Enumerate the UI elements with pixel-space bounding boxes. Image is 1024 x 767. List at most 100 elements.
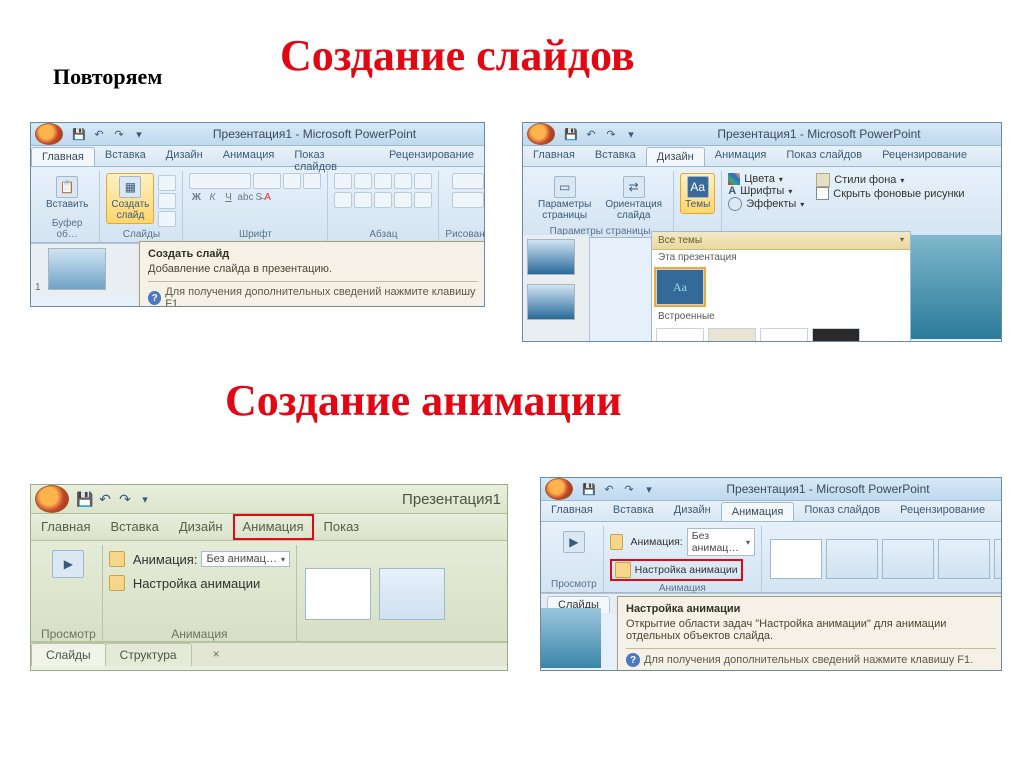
undo-icon[interactable]: ↶ — [97, 491, 113, 507]
redo-icon[interactable]: ↷ — [117, 491, 133, 507]
undo-icon[interactable]: ↶ — [601, 481, 617, 497]
reset-btn[interactable] — [158, 193, 176, 209]
preview-button[interactable]: ▶ — [558, 528, 590, 558]
line-spacing[interactable] — [414, 173, 432, 189]
strike-btn[interactable]: S̶ — [256, 192, 263, 203]
tab-review[interactable]: Рецензирование — [379, 146, 484, 166]
align-center[interactable] — [354, 192, 372, 208]
bullets[interactable] — [334, 173, 352, 189]
office-button[interactable] — [35, 485, 69, 513]
tab-animation[interactable]: Анимация — [705, 146, 777, 166]
animation-combo[interactable]: Без анимац…▾ — [687, 528, 755, 556]
tab-insert[interactable]: Вставка — [95, 146, 156, 166]
pane-tab-slides[interactable]: Слайды — [31, 643, 106, 666]
theme-tile[interactable]: Aa — [760, 328, 808, 342]
slide-orientation-button[interactable]: ⇄ Ориентация слайда — [600, 173, 667, 224]
bg-styles[interactable]: Стили фона▾ — [816, 173, 904, 187]
tab-slideshow[interactable]: Показ слайдов — [776, 146, 872, 166]
page-setup-button[interactable]: ▭ Параметры страницы — [533, 173, 596, 224]
redo-icon[interactable]: ↷ — [621, 481, 637, 497]
align-left[interactable] — [334, 192, 352, 208]
tab-design[interactable]: Дизайн — [169, 514, 233, 540]
tab-animation[interactable]: Анимация — [721, 502, 795, 521]
transition-thumb[interactable] — [994, 539, 1002, 579]
new-slide-button[interactable]: ▦ Создать слайд — [106, 173, 154, 224]
animation-settings[interactable]: Настройка анимации — [109, 575, 260, 591]
tab-design[interactable]: Дизайн — [664, 501, 721, 521]
slide-thumb-1[interactable] — [527, 239, 575, 275]
tab-home[interactable]: Главная — [31, 514, 100, 540]
shadow-btn[interactable]: abc — [237, 192, 253, 203]
theme-fonts[interactable]: A Шрифты▾ — [728, 185, 792, 197]
pane-tab-outline[interactable]: Структура — [105, 643, 192, 666]
theme-tile[interactable]: Aa — [812, 328, 860, 342]
save-icon[interactable]: 💾 — [77, 491, 93, 507]
hide-bg-graphics[interactable]: Скрыть фоновые рисунки — [816, 187, 964, 200]
font-color[interactable]: A — [264, 192, 271, 203]
save-icon[interactable]: 💾 — [71, 126, 87, 142]
slide-thumb-1[interactable] — [48, 248, 106, 290]
transition-thumb[interactable] — [826, 539, 878, 579]
tab-slideshow[interactable]: Показ — [314, 514, 370, 540]
tab-animation-highlighted[interactable]: Анимация — [233, 514, 314, 540]
tab-slideshow[interactable]: Показ слайдов — [284, 146, 379, 166]
bold-btn[interactable]: Ж — [189, 192, 203, 203]
office-button[interactable] — [545, 478, 573, 500]
align-right[interactable] — [374, 192, 392, 208]
theme-tile[interactable]: Aa — [656, 328, 704, 342]
transition-thumb[interactable] — [882, 539, 934, 579]
arrange-btn[interactable] — [452, 192, 484, 208]
transition-none[interactable] — [770, 539, 822, 579]
transition-thumb[interactable] — [938, 539, 990, 579]
qat-more-icon[interactable]: ▾ — [641, 481, 657, 497]
redo-icon[interactable]: ↷ — [111, 126, 127, 142]
undo-icon[interactable]: ↶ — [583, 126, 599, 142]
numbering[interactable] — [354, 173, 372, 189]
shape-btn[interactable] — [452, 173, 484, 189]
save-icon[interactable]: 💾 — [581, 481, 597, 497]
theme-tile[interactable]: Aa — [708, 328, 756, 342]
font-name[interactable] — [189, 173, 251, 189]
tab-review[interactable]: Рецензирование — [872, 146, 977, 166]
slide-thumb-2[interactable] — [527, 284, 575, 320]
tab-insert[interactable]: Вставка — [585, 146, 646, 166]
font-size[interactable] — [253, 173, 281, 189]
theme-effects[interactable]: Эффекты▾ — [728, 197, 804, 211]
qat-more-icon[interactable]: ▾ — [131, 126, 147, 142]
layout-btn[interactable] — [158, 175, 176, 191]
office-button[interactable] — [35, 123, 63, 145]
pane-close[interactable]: × — [199, 643, 234, 666]
animation-settings-highlighted[interactable]: Настройка анимации — [610, 559, 743, 581]
tab-review[interactable]: Рецензирование — [890, 501, 995, 521]
tab-design[interactable]: Дизайн — [646, 147, 705, 166]
delete-btn[interactable] — [158, 211, 176, 227]
paste-button[interactable]: 📋 Вставить — [41, 173, 93, 214]
preview-button[interactable]: ▶ — [47, 547, 89, 583]
qat-more-icon[interactable]: ▾ — [137, 491, 153, 507]
shrink-font[interactable] — [303, 173, 321, 189]
theme-colors[interactable]: Цвета▾ — [728, 173, 783, 185]
theme-current[interactable]: Aa — [656, 269, 704, 305]
office-button[interactable] — [527, 123, 555, 145]
tab-home[interactable]: Главная — [541, 501, 603, 521]
tab-insert[interactable]: Вставка — [603, 501, 664, 521]
tab-animation[interactable]: Анимация — [213, 146, 285, 166]
tab-design[interactable]: Дизайн — [156, 146, 213, 166]
tab-slideshow[interactable]: Показ слайдов — [794, 501, 890, 521]
italic-btn[interactable]: К — [205, 192, 219, 203]
themes-button[interactable]: Aa Темы — [680, 173, 715, 214]
tab-home[interactable]: Главная — [523, 146, 585, 166]
indent-less[interactable] — [374, 173, 392, 189]
save-icon[interactable]: 💾 — [563, 126, 579, 142]
underline-btn[interactable]: Ч — [221, 192, 235, 203]
transition-thumb[interactable] — [379, 568, 445, 620]
grow-font[interactable] — [283, 173, 301, 189]
tab-insert[interactable]: Вставка — [100, 514, 168, 540]
columns[interactable] — [414, 192, 432, 208]
redo-icon[interactable]: ↷ — [603, 126, 619, 142]
animation-combo[interactable]: Без анимац…▾ — [201, 551, 290, 567]
align-justify[interactable] — [394, 192, 412, 208]
qat-more-icon[interactable]: ▾ — [623, 126, 639, 142]
undo-icon[interactable]: ↶ — [91, 126, 107, 142]
tab-home[interactable]: Главная — [31, 147, 95, 166]
